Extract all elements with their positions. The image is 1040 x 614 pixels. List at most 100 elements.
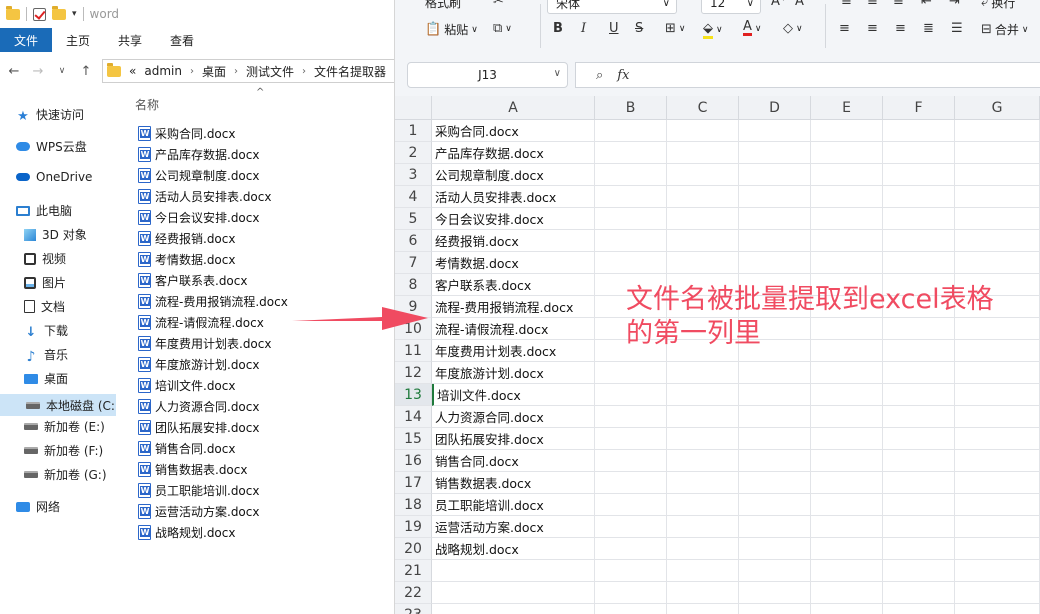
italic-button[interactable]: I — [581, 21, 586, 36]
cell-g23[interactable] — [955, 604, 1040, 614]
file-list-item[interactable]: W 活动人员安排表.docx — [138, 186, 271, 206]
row-header[interactable]: 10 — [395, 318, 432, 340]
merge-button[interactable]: ⊟ 合并 ∨ — [981, 21, 1029, 38]
cell-b22[interactable] — [595, 582, 667, 604]
font-name-select[interactable]: 宋体 ∨ — [547, 0, 677, 14]
cell-f20[interactable] — [883, 538, 955, 560]
cell-b15[interactable] — [595, 428, 667, 450]
cell-c14[interactable] — [667, 406, 739, 428]
cell-b5[interactable] — [595, 208, 667, 230]
cell-e6[interactable] — [811, 230, 883, 252]
cell-a8[interactable]: 客户联系表.docx — [432, 274, 595, 296]
row-header[interactable]: 3 — [395, 164, 432, 186]
column-header-b[interactable]: B — [595, 96, 667, 120]
row-header[interactable]: 8 — [395, 274, 432, 296]
cell-a16[interactable]: 销售合同.docx — [432, 450, 595, 472]
file-list-item[interactable]: W 流程-费用报销流程.docx — [138, 291, 288, 311]
cell-b14[interactable] — [595, 406, 667, 428]
cell-e3[interactable] — [811, 164, 883, 186]
nav-item-8[interactable]: ↓ 下载 — [24, 322, 68, 340]
nav-item-11[interactable]: 本地磁盘 (C: — [0, 394, 116, 416]
new-folder-icon[interactable] — [52, 5, 66, 20]
cell-a5[interactable]: 今日会议安排.docx — [432, 208, 595, 230]
row-header[interactable]: 15 — [395, 428, 432, 450]
tab-home[interactable]: 主页 — [52, 28, 104, 52]
row-header[interactable]: 7 — [395, 252, 432, 274]
row-header[interactable]: 13 — [395, 384, 432, 406]
cell-c7[interactable] — [667, 252, 739, 274]
cell-b19[interactable] — [595, 516, 667, 538]
cell-c13[interactable] — [667, 384, 739, 406]
cell-f6[interactable] — [883, 230, 955, 252]
file-list-item[interactable]: W 运营活动方案.docx — [138, 502, 259, 522]
cell-f2[interactable] — [883, 142, 955, 164]
cell-f3[interactable] — [883, 164, 955, 186]
cell-b16[interactable] — [595, 450, 667, 472]
nav-item-9[interactable]: ♪ 音乐 — [24, 346, 68, 365]
cell-f7[interactable] — [883, 252, 955, 274]
cell-c18[interactable] — [667, 494, 739, 516]
nav-item-6[interactable]: 图片 — [24, 274, 66, 291]
cell-b1[interactable] — [595, 120, 667, 142]
cell-c23[interactable] — [667, 604, 739, 614]
breadcrumb-admin[interactable]: admin — [144, 64, 182, 78]
column-header-f[interactable]: F — [883, 96, 955, 120]
decrease-font-button[interactable]: A⁻ — [795, 0, 811, 9]
tab-file[interactable]: 文件 — [0, 28, 53, 52]
align-middle-button[interactable]: ≡ — [867, 0, 878, 9]
cell-f15[interactable] — [883, 428, 955, 450]
nav-item-4[interactable]: 3D 对象 — [24, 226, 87, 243]
file-list-item[interactable]: W 采购合同.docx — [138, 123, 235, 143]
cell-d1[interactable] — [739, 120, 811, 142]
file-list-item[interactable]: W 年度旅游计划.docx — [138, 355, 259, 375]
cell-f1[interactable] — [883, 120, 955, 142]
cell-g16[interactable] — [955, 450, 1040, 472]
file-list-item[interactable]: W 销售数据表.docx — [138, 460, 247, 480]
borders-button[interactable]: ⊞ ∨ — [665, 21, 686, 36]
cell-b18[interactable] — [595, 494, 667, 516]
cell-c5[interactable] — [667, 208, 739, 230]
row-header[interactable]: 12 — [395, 362, 432, 384]
cell-a13[interactable]: 培训文件.docx — [432, 384, 595, 406]
cell-d21[interactable] — [739, 560, 811, 582]
align-left-button[interactable]: ≡ — [839, 21, 850, 36]
cell-d2[interactable] — [739, 142, 811, 164]
column-header-d[interactable]: D — [739, 96, 811, 120]
cell-a19[interactable]: 运营活动方案.docx — [432, 516, 595, 538]
cell-b20[interactable] — [595, 538, 667, 560]
cell-f17[interactable] — [883, 472, 955, 494]
row-header[interactable]: 23 — [395, 604, 432, 614]
cell-g22[interactable] — [955, 582, 1040, 604]
cell-g3[interactable] — [955, 164, 1040, 186]
row-header[interactable]: 17 — [395, 472, 432, 494]
cell-b6[interactable] — [595, 230, 667, 252]
cell-e21[interactable] — [811, 560, 883, 582]
align-bottom-button[interactable]: ≡ — [893, 0, 904, 9]
row-header[interactable]: 4 — [395, 186, 432, 208]
nav-item-1[interactable]: WPS云盘 — [16, 138, 87, 155]
cell-a14[interactable]: 人力资源合同.docx — [432, 406, 595, 428]
cell-e1[interactable] — [811, 120, 883, 142]
cell-c21[interactable] — [667, 560, 739, 582]
cell-a3[interactable]: 公司规章制度.docx — [432, 164, 595, 186]
cell-c6[interactable] — [667, 230, 739, 252]
file-list-item[interactable]: W 产品库存数据.docx — [138, 144, 259, 164]
address-bar[interactable]: « admin › 桌面 › 测试文件 › 文件名提取器 — [102, 59, 394, 83]
row-header[interactable]: 11 — [395, 340, 432, 362]
cell-d14[interactable] — [739, 406, 811, 428]
row-header[interactable]: 14 — [395, 406, 432, 428]
cell-d4[interactable] — [739, 186, 811, 208]
cell-g4[interactable] — [955, 186, 1040, 208]
up-arrow-icon[interactable]: ↑ — [78, 64, 94, 79]
cell-e18[interactable] — [811, 494, 883, 516]
cell-b2[interactable] — [595, 142, 667, 164]
cell-a23[interactable] — [432, 604, 595, 614]
chevron-down-icon[interactable]: ∨ — [554, 68, 561, 79]
cell-f14[interactable] — [883, 406, 955, 428]
file-list-item[interactable]: W 考情数据.docx — [138, 249, 235, 269]
cell-e12[interactable] — [811, 362, 883, 384]
nav-item-3[interactable]: 此电脑 — [16, 202, 72, 219]
cell-a20[interactable]: 战略规划.docx — [432, 538, 595, 560]
bold-button[interactable]: B — [553, 21, 563, 36]
formula-input[interactable]: ⌕ fx — [575, 62, 1040, 88]
